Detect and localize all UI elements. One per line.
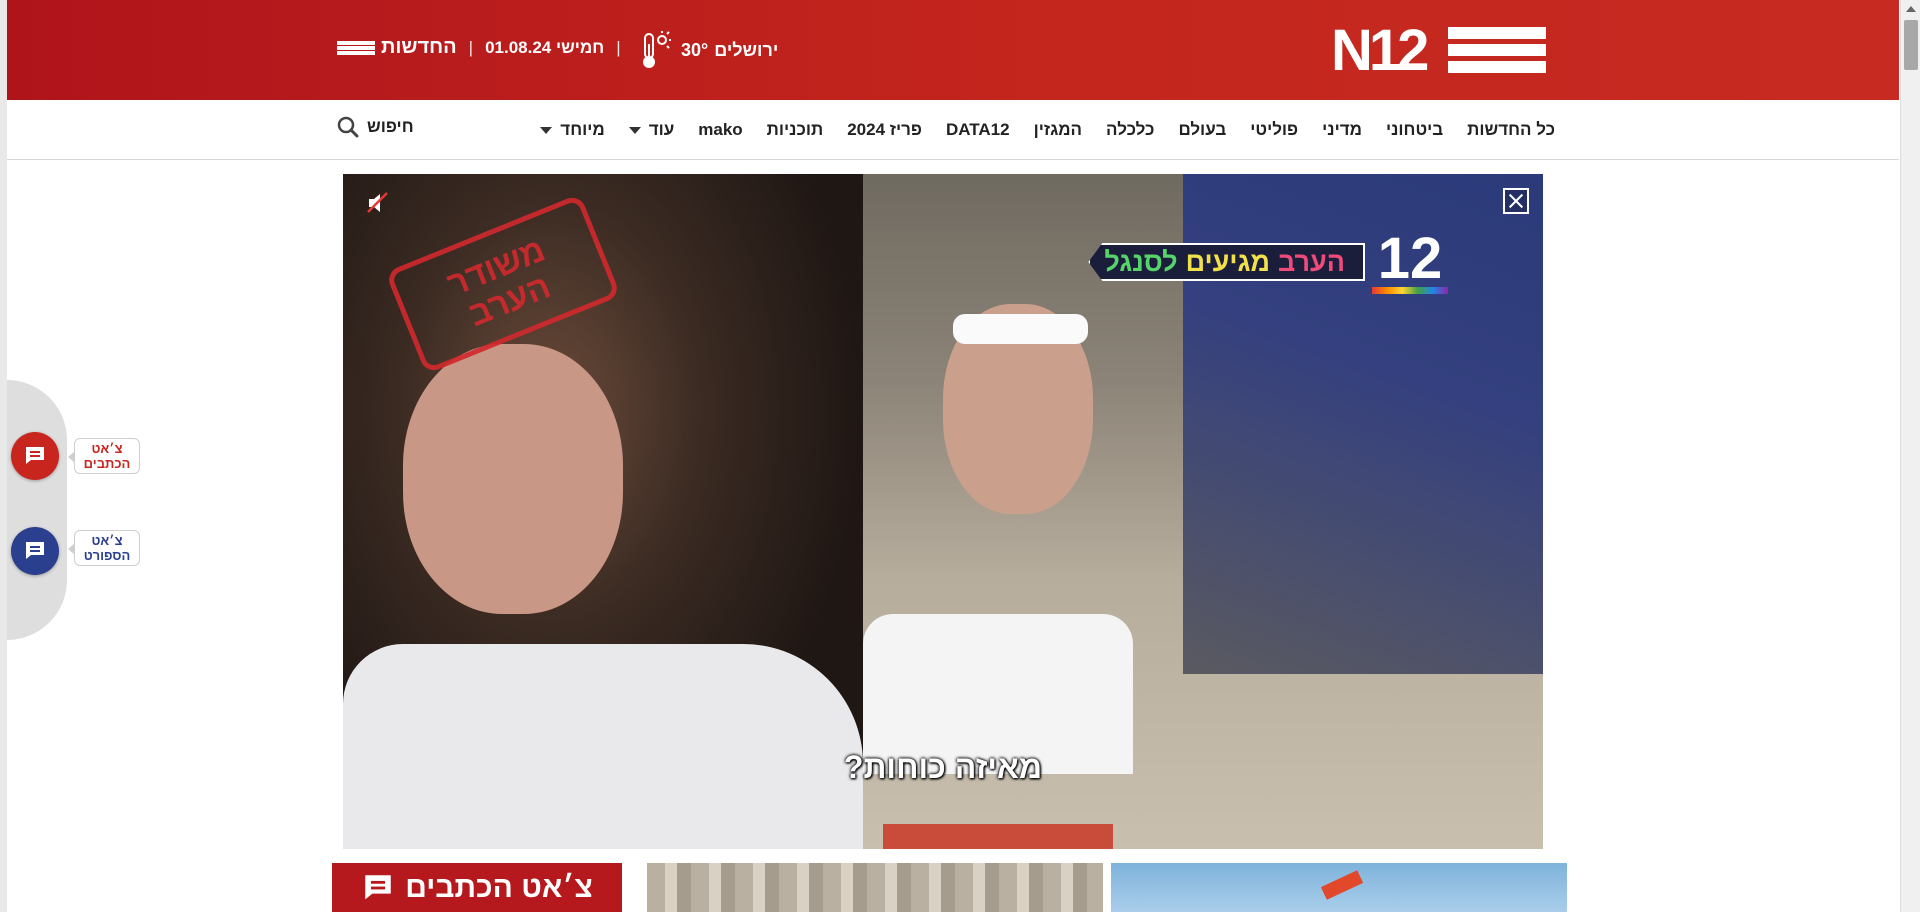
thermometer-sun-icon [643,31,671,68]
nav-items: כל החדשות ביטחוני מדיני פוליטי בעולם כלכ… [528,100,1567,160]
scrollbar-thumb[interactable] [1904,20,1918,70]
mute-icon[interactable] [365,190,391,216]
sports-chat-button[interactable] [11,527,59,575]
nav-item-programs[interactable]: תוכניות [755,120,836,140]
current-date: חמישי 01.08.24 [485,37,605,57]
video-person-right-skirt [883,824,1113,849]
separator: | [468,37,474,57]
newsroom-chat-card[interactable]: צ׳אט הכתבים [332,863,622,912]
chat-bubble-icon [26,542,44,559]
video-person-left [403,344,623,614]
separator: | [616,37,621,57]
video-headband [953,314,1088,344]
nav-item-magazine[interactable]: המגזין [1022,120,1094,140]
site-header: N12 ירושלים 30° | חמישי 01.08.24 | החדשו… [7,0,1899,100]
logo-text: N12 [1331,18,1429,83]
nav-item-economy[interactable]: כלכלה [1094,120,1166,140]
video-person-left-shirt [343,644,863,849]
show-promo: הערב מגיעים לסנגל 12 [1088,229,1455,294]
promo-banner: הערב מגיעים לסנגל [1088,243,1365,281]
chat-bubble-icon [365,874,391,899]
newsroom-chat-button[interactable] [11,432,59,480]
nav-item-more[interactable]: עוד [617,120,687,140]
nav-item-world[interactable]: בעולם [1166,120,1238,140]
close-video-button[interactable] [1503,188,1529,214]
nav-item-diplomatic[interactable]: מדיני [1310,120,1374,140]
nav-item-data12[interactable]: DATA12 [934,120,1022,140]
page-scrollbar[interactable] [1900,0,1920,912]
newsroom-chat-card-title: צ׳אט הכתבים [405,870,593,904]
sports-chat-label[interactable]: צ׳אט הספורט [68,530,140,566]
mini-stripes-icon [337,40,375,55]
video-player[interactable]: משודר הערב הערב מגיעים לסנגל 12 מאיזה כו… [343,174,1543,849]
channel-12-logo: 12 [1365,227,1455,297]
nav-item-security[interactable]: ביטחוני [1374,120,1455,140]
nav-item-special[interactable]: מיוחד [528,120,616,140]
weather-city: ירושלים [714,39,779,60]
date-and-brand: | חמישי 01.08.24 | החדשות [337,36,621,59]
newsroom-chat-label[interactable]: צ׳אט הכתבים [68,438,140,474]
news-brand-label: החדשות [381,36,457,58]
chat-bubble-icon [26,447,44,464]
chat-rail [7,380,67,640]
article-card-image[interactable] [647,863,1103,912]
chevron-down-icon [628,126,641,134]
search-label: חיפוש [367,117,414,136]
video-subtitle: מאיזה כוחות? [843,749,1043,785]
nav-item-all-news[interactable]: כל החדשות [1455,120,1567,140]
n12-logo[interactable]: N12 [1331,18,1546,83]
browser-left-edge [0,0,7,912]
news-brand[interactable]: החדשות [337,36,457,59]
search-icon [337,116,359,138]
weather-temperature: 30° [681,39,709,60]
weather-widget[interactable]: ירושלים 30° [637,28,778,72]
nav-item-political[interactable]: פוליטי [1238,120,1310,140]
search-button[interactable]: חיפוש [337,116,414,138]
logo-stripes-icon [1448,27,1546,73]
nav-item-mako[interactable]: mako [686,120,754,140]
nav-item-paris-2024[interactable]: פריז 2024 [835,120,934,140]
main-nav: כל החדשות ביטחוני מדיני פוליטי בעולם כלכ… [7,100,1899,160]
chevron-down-icon [540,126,553,134]
scroll-up-arrow-icon[interactable] [1901,0,1920,18]
